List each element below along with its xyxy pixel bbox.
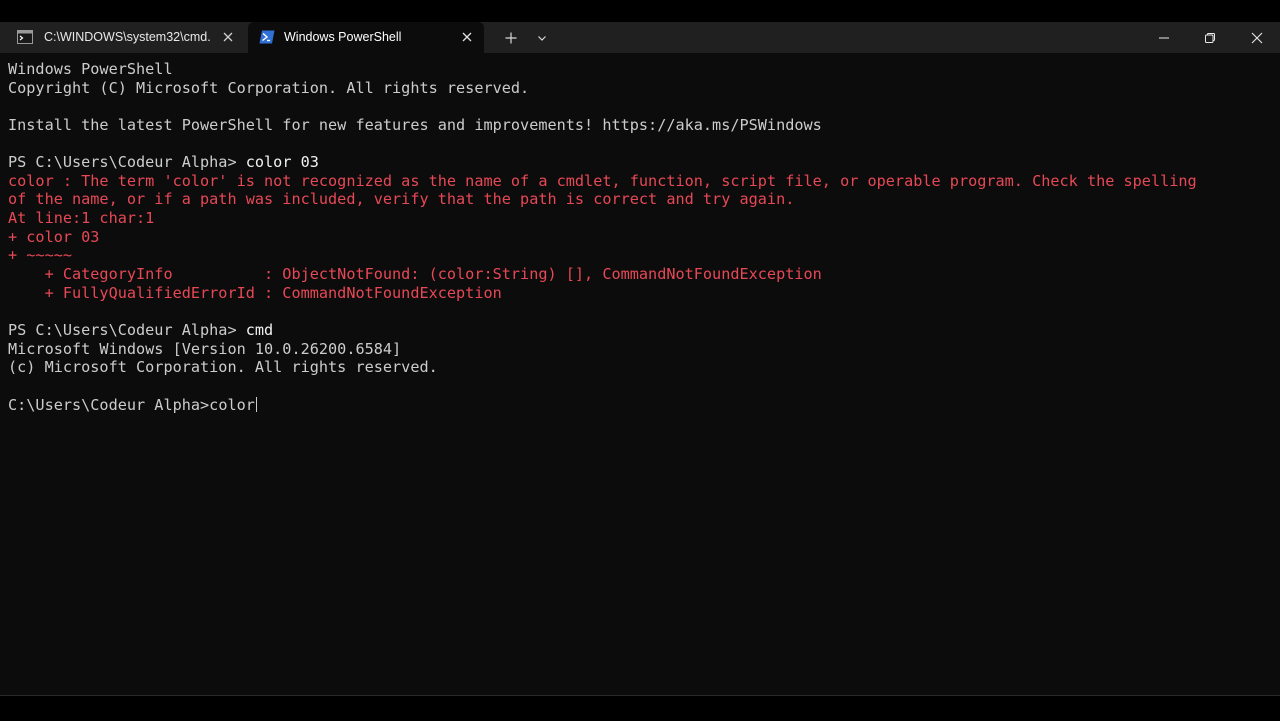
tab-dropdown-button[interactable]	[531, 22, 553, 53]
command-text: cmd	[245, 320, 274, 339]
output-text: + CategoryInfo : ObjectNotFound: (color:…	[8, 265, 822, 284]
tab-powershell[interactable]: Windows PowerShell	[248, 22, 484, 53]
terminal-line: PS C:\Users\Codeur Alpha> color 03	[8, 153, 1272, 172]
terminal-line: PS C:\Users\Codeur Alpha> cmd	[8, 321, 1272, 340]
output-text: Windows PowerShell	[8, 60, 173, 78]
terminal-line: color : The term 'color' is not recogniz…	[8, 172, 1272, 191]
cmd-icon	[17, 30, 33, 44]
prompt: PS C:\Users\Codeur Alpha>	[8, 320, 246, 339]
output-text: Microsoft Windows [Version 10.0.26200.65…	[8, 339, 402, 358]
terminal-line: + color 03	[8, 228, 1272, 247]
chevron-down-icon	[538, 35, 546, 41]
input-text: color	[209, 395, 255, 414]
terminal-window: C:\WINDOWS\system32\cmd.exe Windows Powe…	[0, 0, 1280, 721]
bottom-letterbox	[0, 695, 1280, 721]
tab-bar: C:\WINDOWS\system32\cmd.exe Windows Powe…	[0, 22, 1280, 53]
terminal-line: At line:1 char:1	[8, 209, 1272, 228]
terminal-line: Microsoft Windows [Version 10.0.26200.65…	[8, 340, 1272, 359]
window-close-button[interactable]	[1234, 22, 1280, 53]
restore-button[interactable]	[1187, 22, 1233, 53]
terminal-line: (c) Microsoft Corporation. All rights re…	[8, 358, 1272, 377]
text-cursor	[255, 396, 257, 412]
terminal-line: Copyright (C) Microsoft Corporation. All…	[8, 79, 1272, 98]
close-icon[interactable]	[219, 28, 237, 46]
tab-title: C:\WINDOWS\system32\cmd.exe	[44, 30, 210, 44]
output-text: of the name, or if a path was included, …	[8, 190, 795, 209]
restore-icon	[1205, 32, 1215, 43]
output-text: At line:1 char:1	[8, 209, 155, 228]
output-text: color : The term 'color' is not recogniz…	[8, 171, 1197, 190]
close-icon[interactable]	[458, 28, 476, 46]
output-text: + FullyQualifiedErrorId : CommandNotFoun…	[8, 283, 502, 302]
terminal-line: + FullyQualifiedErrorId : CommandNotFoun…	[8, 284, 1272, 303]
output-text: + ~~~~~	[8, 246, 73, 265]
command-text: color 03	[245, 153, 319, 172]
plus-icon	[505, 32, 517, 43]
top-letterbox	[0, 0, 1280, 22]
output-text: Install the latest PowerShell for new fe…	[8, 115, 822, 134]
close-icon	[1251, 32, 1263, 43]
powershell-icon	[259, 30, 275, 44]
tab-cmd[interactable]: C:\WINDOWS\system32\cmd.exe	[0, 22, 246, 53]
output-text: (c) Microsoft Corporation. All rights re…	[8, 358, 438, 377]
output-text: Copyright (C) Microsoft Corporation. All…	[8, 78, 530, 97]
prompt: C:\Users\Codeur Alpha>	[8, 395, 210, 414]
new-tab-button[interactable]	[500, 22, 522, 53]
terminal-line: + CategoryInfo : ObjectNotFound: (color:…	[8, 265, 1272, 284]
terminal-line: Install the latest PowerShell for new fe…	[8, 116, 1272, 135]
terminal-line: C:\Users\Codeur Alpha>color	[8, 396, 1272, 415]
prompt: PS C:\Users\Codeur Alpha>	[8, 153, 246, 172]
terminal-line: of the name, or if a path was included, …	[8, 190, 1272, 209]
terminal-line: + ~~~~~	[8, 246, 1272, 265]
minimize-icon	[1159, 37, 1169, 38]
tab-title: Windows PowerShell	[284, 30, 402, 44]
minimize-button[interactable]	[1141, 22, 1187, 53]
terminal-line: Windows PowerShell	[8, 60, 1272, 79]
terminal-output[interactable]: Windows PowerShell Copyright (C) Microsof…	[8, 60, 1272, 690]
output-text: + color 03	[8, 227, 100, 246]
